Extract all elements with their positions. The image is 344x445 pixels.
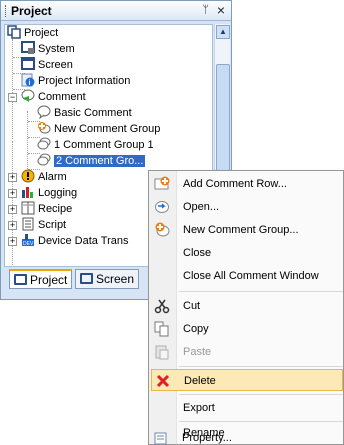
tree-item-label: Comment xyxy=(38,91,86,104)
tree-item-label: System xyxy=(38,43,75,56)
scissors-icon xyxy=(154,298,170,314)
menu-item-label: Close xyxy=(183,247,212,259)
collapse-toggle[interactable]: − xyxy=(8,93,17,102)
tree-item-project-information[interactable]: i Project Information xyxy=(21,73,130,89)
expand-toggle[interactable]: + xyxy=(8,237,17,246)
tree-item-new-comment-group[interactable]: New Comment Group xyxy=(37,121,160,137)
menu-item-export[interactable]: Export xyxy=(151,397,343,419)
tree-item-comment-group-2[interactable]: 2 Comment Gro... xyxy=(37,153,146,169)
tree-item-label: Device Data Trans xyxy=(38,235,129,248)
scroll-up-icon[interactable]: ▲ xyxy=(216,25,230,39)
tree-item-comment-group-1[interactable]: 1 Comment Group 1 xyxy=(37,137,154,153)
tree-item-script[interactable]: Script xyxy=(21,217,66,233)
tree-item-device-data-transfer[interactable]: DEV Device Data Trans xyxy=(21,233,128,249)
menu-item-label: New Comment Group... xyxy=(183,224,299,236)
screen-icon xyxy=(21,57,35,71)
tree-item-label: 2 Comment Gro... xyxy=(54,155,146,168)
expand-toggle[interactable]: + xyxy=(8,221,17,230)
menu-item-cut[interactable]: Cut xyxy=(151,295,343,317)
menu-item-label: Add Comment Row... xyxy=(183,178,287,190)
comment-group-icon xyxy=(37,153,51,167)
menu-item-property[interactable]: Property... xyxy=(150,432,342,445)
menu-item-label: Property... xyxy=(182,432,232,444)
drag-grip[interactable] xyxy=(5,5,8,17)
tree-item-label: Logging xyxy=(38,187,78,200)
tree-item-alarm[interactable]: Alarm xyxy=(21,169,67,185)
menu-item-new-comment-group[interactable]: New Comment Group... xyxy=(151,219,343,241)
new-group-icon xyxy=(154,222,170,238)
comment-bubble-icon xyxy=(37,105,51,120)
menu-item-label: Copy xyxy=(183,323,209,335)
tree-item-basic-comment[interactable]: Basic Comment xyxy=(37,105,132,121)
new-comment-group-icon xyxy=(37,121,51,135)
panel-header[interactable]: Project ᛘ × xyxy=(1,1,231,21)
alarm-icon xyxy=(21,169,35,183)
menu-item-open[interactable]: Open... xyxy=(151,196,343,218)
device-data-icon: DEV xyxy=(21,233,35,247)
tree-item-logging[interactable]: Logging xyxy=(21,185,77,201)
panel-title: Project xyxy=(11,4,52,18)
context-menu: Add Comment Row... Open... New Comment G… xyxy=(148,170,344,445)
system-icon xyxy=(21,41,35,55)
logging-icon xyxy=(21,185,35,199)
add-row-icon xyxy=(154,176,170,192)
tree-item-comment[interactable]: Comment xyxy=(21,89,86,105)
tree-item-label: 1 Comment Group 1 xyxy=(54,139,154,152)
recipe-icon xyxy=(21,201,35,215)
tree-item-label: Script xyxy=(38,219,67,232)
script-icon xyxy=(21,217,35,231)
menu-item-paste[interactable]: Paste xyxy=(151,341,343,363)
menu-item-close[interactable]: Close xyxy=(151,242,343,264)
project-icon xyxy=(7,25,21,39)
expand-toggle[interactable]: + xyxy=(8,189,17,198)
svg-text:DEV: DEV xyxy=(23,241,34,247)
tab-project[interactable]: Project xyxy=(9,269,73,289)
svg-text:i: i xyxy=(29,80,31,87)
expand-toggle[interactable]: + xyxy=(8,173,17,182)
menu-item-copy[interactable]: Copy xyxy=(151,318,343,340)
property-icon xyxy=(153,432,169,445)
paste-icon xyxy=(154,344,170,360)
close-icon[interactable]: × xyxy=(217,2,225,18)
tree-item-project[interactable]: Project xyxy=(7,25,58,41)
comment-group-icon xyxy=(37,137,51,151)
tree-item-system[interactable]: System xyxy=(21,41,75,57)
menu-item-close-all-comment-window[interactable]: Close All Comment Window xyxy=(151,265,343,287)
menu-separator xyxy=(179,291,343,292)
comment-icon xyxy=(21,89,35,103)
menu-item-label: Paste xyxy=(183,346,212,358)
menu-item-label: Open... xyxy=(183,201,220,213)
menu-separator xyxy=(179,394,343,395)
tree-item-recipe[interactable]: Recipe xyxy=(21,201,72,217)
tree-item-label: Screen xyxy=(38,59,73,72)
menu-item-label: Export xyxy=(183,402,215,414)
expand-toggle[interactable]: + xyxy=(8,205,17,214)
screen-tab-icon xyxy=(80,273,93,285)
menu-item-label: Close All Comment Window xyxy=(183,270,319,282)
tab-label: Screen xyxy=(96,272,135,286)
info-icon: i xyxy=(21,73,35,87)
project-tab-icon xyxy=(14,274,27,286)
copy-icon xyxy=(154,321,170,337)
tab-screen[interactable]: Screen xyxy=(75,269,140,289)
menu-item-delete[interactable]: Delete xyxy=(151,369,343,391)
tree-item-label: Project xyxy=(24,27,59,40)
tree-item-label: Recipe xyxy=(38,203,73,216)
menu-separator xyxy=(179,366,343,367)
tree-item-label: Alarm xyxy=(38,171,67,184)
menu-item-label: Cut xyxy=(183,300,201,312)
menu-separator xyxy=(179,421,343,422)
open-icon xyxy=(154,199,170,215)
pin-icon[interactable]: ᛘ xyxy=(202,4,209,16)
tree-item-label: Project Information xyxy=(38,75,131,88)
tree-item-screen[interactable]: Screen xyxy=(21,57,73,73)
tree-item-label: Basic Comment xyxy=(54,107,132,120)
tab-label: Project xyxy=(30,273,68,287)
tree-item-label: New Comment Group xyxy=(54,123,161,136)
menu-item-label: Delete xyxy=(184,375,216,387)
menu-item-add-comment-row[interactable]: Add Comment Row... xyxy=(151,173,343,195)
delete-icon xyxy=(155,373,171,389)
